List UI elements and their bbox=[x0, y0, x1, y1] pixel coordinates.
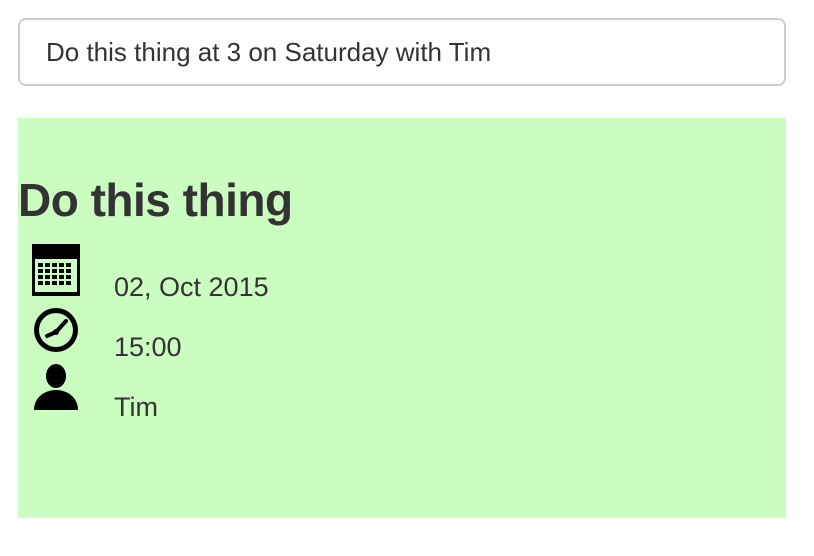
calendar-icon bbox=[32, 244, 82, 296]
person-icon bbox=[32, 364, 82, 416]
event-time-text: 15:00 bbox=[114, 332, 182, 362]
event-title: Do this thing bbox=[18, 174, 293, 226]
clock-icon bbox=[32, 304, 82, 356]
event-date-text: 02, Oct 2015 bbox=[114, 272, 269, 302]
event-person-text: Tim bbox=[114, 392, 158, 422]
task-input[interactable] bbox=[18, 18, 786, 86]
